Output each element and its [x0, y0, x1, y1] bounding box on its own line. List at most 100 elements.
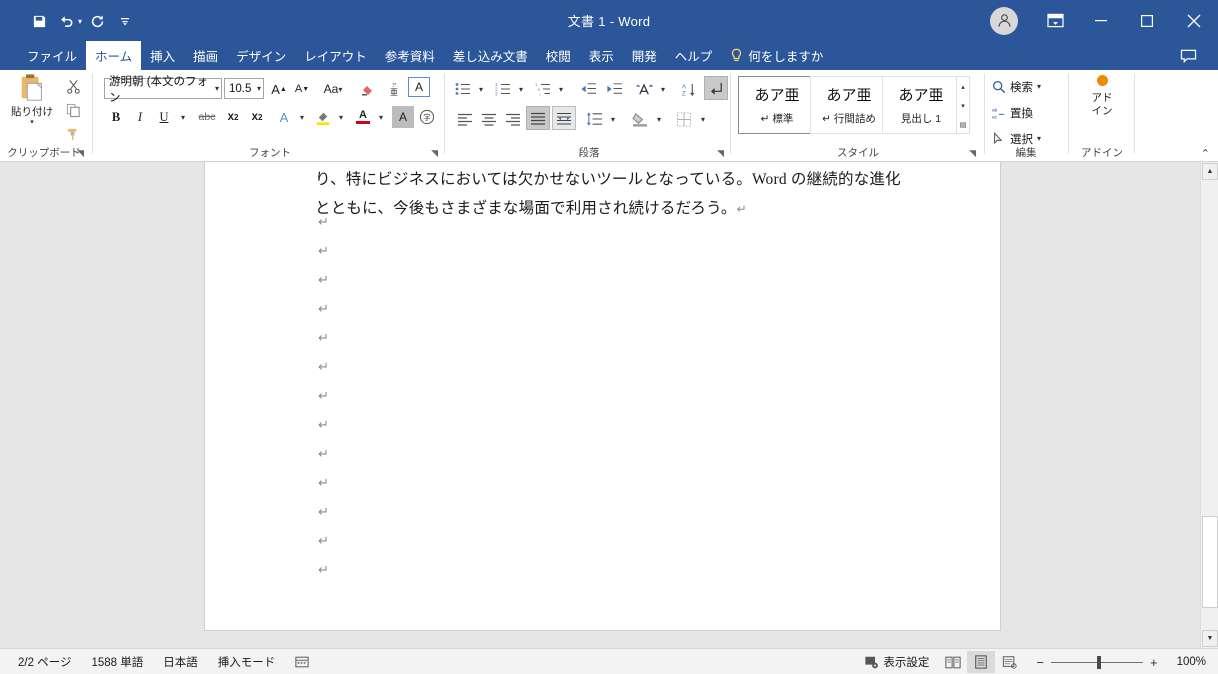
- italic-icon[interactable]: I: [130, 106, 150, 128]
- tab-10[interactable]: 開発: [623, 41, 666, 70]
- vertical-scrollbar[interactable]: ▲ ▼: [1200, 162, 1218, 648]
- paragraph-dialog-launcher[interactable]: ◥: [717, 148, 724, 159]
- phonetic-guide-icon[interactable]: ア亜: [382, 78, 406, 100]
- change-case-icon[interactable]: Aa ▾: [317, 78, 349, 100]
- strikethrough-icon[interactable]: abc: [194, 106, 220, 128]
- replace-button[interactable]: ab ac 置換: [992, 102, 1033, 123]
- borders-dropdown-icon[interactable]: ▾: [696, 108, 710, 130]
- scroll-down-icon[interactable]: ▼: [1202, 630, 1218, 647]
- style-card-0[interactable]: あア亜 ↵ 標準: [738, 76, 816, 134]
- numbering-dropdown-icon[interactable]: ▾: [514, 78, 528, 100]
- sort-az-icon[interactable]: AZ: [676, 78, 700, 100]
- sort-text-icon[interactable]: [632, 78, 656, 100]
- tab-5[interactable]: レイアウト: [295, 41, 376, 70]
- scrollbar-thumb[interactable]: [1202, 516, 1218, 608]
- paste-dropdown-icon[interactable]: ▾: [30, 119, 34, 126]
- zoom-track[interactable]: [1050, 655, 1143, 669]
- zoom-level-label[interactable]: 100%: [1171, 656, 1218, 668]
- grow-font-icon[interactable]: A ▲: [268, 78, 290, 100]
- minimize-icon[interactable]: [1078, 0, 1124, 41]
- status-page[interactable]: 2/2 ページ: [0, 649, 81, 674]
- zoom-in-button[interactable]: +: [1143, 655, 1165, 670]
- font-size-dropdown-icon[interactable]: ▾: [254, 84, 261, 93]
- enclose-character-icon[interactable]: 字: [416, 106, 438, 128]
- display-settings-button[interactable]: 表示設定: [854, 649, 939, 674]
- copy-icon[interactable]: [60, 98, 86, 122]
- zoom-thumb[interactable]: [1096, 655, 1101, 669]
- bold-icon[interactable]: B: [106, 106, 126, 128]
- tab-7[interactable]: 差し込み文書: [444, 41, 537, 70]
- tab-11[interactable]: ヘルプ: [666, 41, 722, 70]
- tab-9[interactable]: 表示: [580, 41, 623, 70]
- find-button[interactable]: 検索 ▾: [992, 76, 1041, 97]
- justify-icon[interactable]: [526, 106, 550, 130]
- decrease-indent-icon[interactable]: [576, 78, 600, 100]
- underline-dropdown-icon[interactable]: ▾: [176, 106, 190, 128]
- text-effects-icon[interactable]: A: [274, 106, 294, 128]
- bullets-icon[interactable]: [452, 78, 474, 100]
- zoom-slider[interactable]: − +: [1029, 655, 1164, 670]
- status-input-mode[interactable]: 挿入モード: [208, 649, 286, 674]
- show-formatting-marks-icon[interactable]: [704, 76, 728, 100]
- tab-3[interactable]: 描画: [184, 41, 227, 70]
- addins-button[interactable]: アド イン: [1082, 75, 1122, 118]
- styles-more-icon[interactable]: ▤: [957, 115, 969, 134]
- text-highlight-dropdown-icon[interactable]: ▾: [334, 106, 348, 128]
- tab-4[interactable]: デザイン: [227, 41, 295, 70]
- cut-icon[interactable]: [60, 74, 86, 98]
- font-name-input[interactable]: 游明朝 (本文のフォン ▾: [104, 76, 222, 104]
- text-highlight-icon[interactable]: [312, 106, 334, 128]
- line-spacing-dropdown-icon[interactable]: ▾: [606, 108, 620, 130]
- subscript-icon[interactable]: x2: [222, 106, 244, 128]
- web-layout-icon[interactable]: [995, 651, 1023, 673]
- text-effects-dropdown-icon[interactable]: ▾: [295, 106, 309, 128]
- comment-icon[interactable]: [1170, 44, 1206, 68]
- font-color-dropdown-icon[interactable]: ▾: [374, 106, 388, 128]
- close-icon[interactable]: [1170, 0, 1218, 41]
- character-shading-icon[interactable]: A: [392, 106, 414, 128]
- style-card-1[interactable]: あア亜 ↵ 行間詰め: [810, 76, 888, 134]
- status-language[interactable]: 日本語: [153, 649, 208, 674]
- sort-text-dropdown-icon[interactable]: ▾: [656, 78, 670, 100]
- status-word-count[interactable]: 1588 単語: [81, 649, 153, 674]
- clear-formatting-icon[interactable]: [356, 78, 380, 100]
- read-mode-icon[interactable]: [939, 651, 967, 673]
- document-page[interactable]: り、特にビジネスにおいては欠かせないツールとなっている。Word の継続的な進化…: [205, 162, 1000, 630]
- font-color-icon[interactable]: A: [352, 106, 374, 128]
- collapse-ribbon-icon[interactable]: ⌃: [1201, 147, 1210, 160]
- bullets-dropdown-icon[interactable]: ▾: [474, 78, 488, 100]
- numbering-icon[interactable]: 123: [492, 78, 514, 100]
- font-dialog-launcher[interactable]: ◥: [431, 148, 438, 159]
- print-layout-icon[interactable]: [967, 651, 996, 673]
- zoom-out-button[interactable]: −: [1029, 655, 1051, 670]
- align-center-icon[interactable]: [478, 108, 500, 130]
- paste-button[interactable]: 貼り付け ▾: [6, 73, 58, 126]
- align-left-icon[interactable]: [454, 108, 476, 130]
- style-card-2[interactable]: あア亜 見出し 1: [882, 76, 960, 134]
- account-avatar[interactable]: [990, 6, 1018, 35]
- styles-scroll-down-icon[interactable]: ▾: [957, 96, 969, 115]
- superscript-icon[interactable]: x2: [246, 106, 268, 128]
- distribute-icon[interactable]: [552, 106, 576, 130]
- character-border-icon[interactable]: A: [408, 77, 430, 97]
- multilevel-list-icon[interactable]: 1ai: [532, 78, 554, 100]
- multilevel-list-dropdown-icon[interactable]: ▾: [554, 78, 568, 100]
- shrink-font-icon[interactable]: A ▼: [291, 78, 313, 100]
- increase-indent-icon[interactable]: [602, 78, 626, 100]
- find-dropdown-icon[interactable]: ▾: [1037, 82, 1041, 91]
- clipboard-dialog-launcher[interactable]: ◥: [77, 148, 84, 159]
- align-right-icon[interactable]: [502, 108, 524, 130]
- line-spacing-icon[interactable]: [582, 108, 606, 130]
- document-canvas[interactable]: り、特にビジネスにおいては欠かせないツールとなっている。Word の継続的な進化…: [0, 162, 1218, 648]
- font-name-dropdown-icon[interactable]: ▾: [212, 84, 219, 93]
- tab-1[interactable]: ホーム: [86, 41, 142, 70]
- shading-icon[interactable]: [628, 108, 652, 130]
- font-size-input[interactable]: 10.5 ▾: [224, 78, 264, 99]
- styles-dialog-launcher[interactable]: ◥: [969, 148, 976, 159]
- borders-icon[interactable]: [672, 108, 696, 130]
- ribbon-display-options-icon[interactable]: [1032, 0, 1078, 41]
- proofing-icon[interactable]: [285, 649, 319, 674]
- tab-8[interactable]: 校閲: [537, 41, 580, 70]
- tell-me-box[interactable]: 何をしますか: [721, 41, 832, 70]
- shading-dropdown-icon[interactable]: ▾: [652, 108, 666, 130]
